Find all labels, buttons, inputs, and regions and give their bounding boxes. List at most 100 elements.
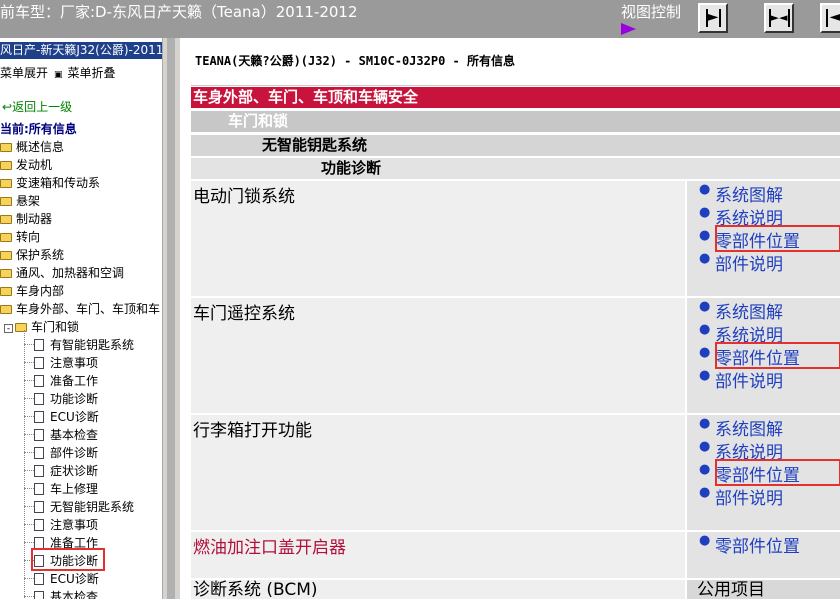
expand-right-button[interactable]: ► <box>698 3 728 33</box>
bullet-icon: ● <box>699 462 711 477</box>
folder-icon <box>0 287 12 296</box>
subsection-heading[interactable]: 车门和锁 <box>191 111 840 132</box>
topic-row: 燃油加注口盖开启器 <box>191 532 685 578</box>
expand-menu-button[interactable]: 菜单展开 <box>0 64 48 81</box>
folder-icon <box>0 305 12 314</box>
topic-link[interactable]: ● 零部件位置 <box>699 532 800 557</box>
topic-link[interactable]: ● 部件说明 <box>699 250 783 275</box>
collapse-icon: ▣ <box>54 70 63 80</box>
folder-icon <box>0 215 12 224</box>
sidebar-folder-item[interactable]: 发动机 <box>0 156 52 173</box>
topic-link[interactable]: ● 系统图解 <box>699 298 783 323</box>
sidebar-doc-item[interactable]: 功能诊断 <box>34 390 98 407</box>
current-location: 当前:所有信息 <box>0 122 77 136</box>
sidebar-folder-item[interactable]: 车身外部、车门、车顶和车 <box>0 300 160 317</box>
sidebar-folder-item[interactable]: 制动器 <box>0 210 52 227</box>
sidebar-folder-item[interactable]: 转向 <box>0 228 40 245</box>
content-pane: TEANA(天籁?公爵)(J32) - SM10C-0J32P0 - 所有信息 … <box>186 40 840 599</box>
subsubsection-heading[interactable]: 无智能钥匙系统 <box>191 135 840 156</box>
bullet-icon: ● <box>699 205 711 220</box>
highlight-box <box>715 225 840 252</box>
sidebar-doc-item[interactable]: 部件诊断 <box>34 444 98 461</box>
open-folder-icon <box>15 323 27 332</box>
sidebar-doc-item-selected[interactable]: ECU诊断 <box>34 570 99 587</box>
bullet-icon: ● <box>699 345 711 360</box>
sidebar-folder-item[interactable]: 通风、加热器和空调 <box>0 264 124 281</box>
section-heading[interactable]: 车身外部、车门、车顶和车辆安全 <box>191 87 840 108</box>
document-icon <box>34 411 44 423</box>
document-icon <box>34 357 44 369</box>
expand-left-button[interactable]: ◄ <box>820 3 840 33</box>
minus-box-icon: - <box>4 324 13 334</box>
sidebar-doc-item[interactable]: ECU诊断 <box>34 408 99 425</box>
diagnosis-system-row: 诊断系统 (BCM) <box>191 580 685 599</box>
pane-splitter[interactable] <box>163 38 180 599</box>
function-diagnosis-heading[interactable]: 功能诊断 <box>191 158 840 179</box>
selected-item-highlight <box>31 548 105 571</box>
document-icon <box>34 447 44 459</box>
topic-title: 电动门锁系统 <box>193 187 295 207</box>
document-title: TEANA(天籁?公爵)(J32) - SM10C-0J32P0 - 所有信息 <box>195 54 515 68</box>
topic-link[interactable]: ● 系统图解 <box>699 415 783 440</box>
sidebar-folder-item[interactable]: 车身内部 <box>0 282 64 299</box>
sidebar-folder-item[interactable]: 概述信息 <box>0 138 64 155</box>
sidebar-doc-item[interactable]: 有智能钥匙系统 <box>34 336 134 353</box>
bullet-icon: ● <box>699 533 711 548</box>
document-icon <box>34 429 44 441</box>
document-icon <box>34 519 44 531</box>
folder-icon <box>0 233 12 242</box>
sidebar-folder-item[interactable]: 变速箱和传动系 <box>0 174 100 191</box>
sidebar-doc-item[interactable]: 注意事项 <box>34 354 98 371</box>
topic-row: 车门遥控系统 <box>191 298 685 413</box>
bullet-icon: ● <box>699 485 711 500</box>
folder-icon <box>0 161 12 170</box>
bullet-icon: ● <box>699 251 711 266</box>
sidebar-doc-item[interactable]: 车上修理 <box>34 480 98 497</box>
arrow-left-icon: ◄ <box>829 9 840 25</box>
sidebar: 风日产-新天籁J32(公爵)-2011 菜单展开 ▣ 菜单折叠 ↩返回上一级 当前… <box>0 38 163 599</box>
document-icon <box>34 501 44 513</box>
center-split-button[interactable]: ►◄ <box>764 3 794 33</box>
topic-link[interactable]: ● 系统图解 <box>699 181 783 206</box>
topic-links: ● 零部件位置 <box>687 532 840 578</box>
topic-links: ● 系统图解 ● 系统说明 ● 零部件位置 ● 部件说明 <box>687 298 840 413</box>
folder-icon <box>0 179 12 188</box>
topic-links: ● 系统图解 ● 系统说明 ● 零部件位置 ● 部件说明 <box>687 181 840 296</box>
topic-title[interactable]: 燃油加注口盖开启器 <box>193 533 346 558</box>
topic-links: ● 系统图解 ● 系统说明 ● 零部件位置 ● 部件说明 <box>687 415 840 530</box>
topic-row: 电动门锁系统 <box>191 181 685 296</box>
back-arrow-icon: ↩ <box>2 100 13 114</box>
document-icon <box>34 591 44 599</box>
topic-title: 行李箱打开功能 <box>193 421 312 441</box>
sidebar-folder-item[interactable]: 保护系统 <box>0 246 64 263</box>
collapse-menu-button[interactable]: ▣ 菜单折叠 <box>54 64 116 81</box>
sidebar-header: 风日产-新天籁J32(公爵)-2011 <box>0 42 162 59</box>
bullet-icon: ● <box>699 182 711 197</box>
document-icon <box>34 375 44 387</box>
folder-icon <box>0 197 12 206</box>
back-link[interactable]: ↩返回上一级 <box>2 98 72 115</box>
common-items-cell: 公用项目 <box>687 580 840 599</box>
topic-link[interactable]: ● 部件说明 <box>699 484 783 509</box>
document-icon <box>34 393 44 405</box>
highlight-box <box>715 342 840 369</box>
arrows-inward-icon: ►◄ <box>770 11 788 24</box>
bullet-icon: ● <box>699 368 711 383</box>
sidebar-folder-item[interactable]: 悬架 <box>0 192 40 209</box>
sidebar-doc-item[interactable]: 基本检查 <box>34 588 98 599</box>
document-icon <box>34 573 44 585</box>
sidebar-doc-item[interactable]: 无智能钥匙系统 <box>34 498 134 515</box>
bullet-icon: ● <box>699 439 711 454</box>
highlight-box <box>715 459 840 486</box>
sidebar-doc-item[interactable]: 症状诊断 <box>34 462 98 479</box>
topic-link[interactable]: ● 部件说明 <box>699 367 783 392</box>
sidebar-doc-item[interactable]: 注意事项 <box>34 516 98 533</box>
sidebar-subfolder-item[interactable]: - 车门和锁 <box>4 318 79 335</box>
sidebar-doc-item[interactable]: 基本检查 <box>34 426 98 443</box>
view-control-arrow-icon[interactable] <box>621 23 636 35</box>
folder-icon <box>0 251 12 260</box>
sidebar-doc-item[interactable]: 准备工作 <box>34 372 98 389</box>
topic-title: 车门遥控系统 <box>193 304 295 324</box>
bullet-icon: ● <box>699 299 711 314</box>
top-bar: 前车型：厂家:D-东风日产天籁（Teana）2011-2012 视图控制 ► ►… <box>0 0 840 38</box>
